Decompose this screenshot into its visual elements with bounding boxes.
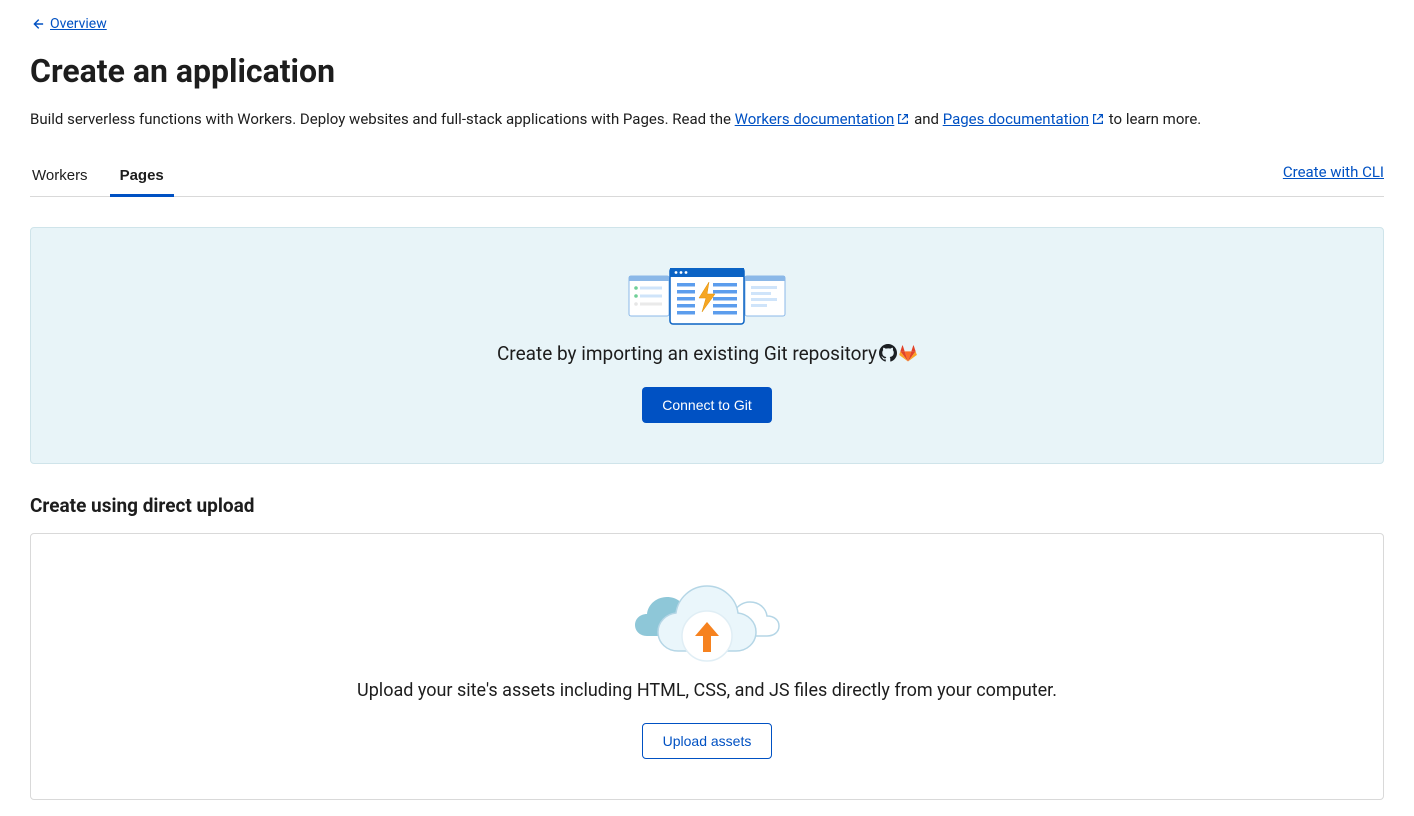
create-with-cli-link[interactable]: Create with CLI — [1283, 163, 1384, 189]
subtitle-before: Build serverless functions with Workers.… — [30, 110, 735, 128]
workers-doc-link[interactable]: Workers documentation — [735, 110, 895, 128]
page-title: Create an application — [30, 52, 1384, 90]
gitlab-icon — [899, 344, 917, 362]
direct-upload-card: Upload your site's assets including HTML… — [30, 533, 1384, 800]
git-card-title: Create by importing an existing Git repo… — [497, 342, 917, 365]
tabs: Workers Pages — [30, 157, 166, 196]
upload-assets-button[interactable]: Upload assets — [642, 723, 773, 759]
arrow-left-icon — [30, 17, 44, 31]
connect-to-git-button[interactable]: Connect to Git — [642, 387, 772, 423]
github-icon — [879, 344, 897, 362]
git-illustration-icon — [627, 268, 787, 326]
tabs-row: Workers Pages Create with CLI — [30, 157, 1384, 197]
back-link-label: Overview — [50, 16, 107, 32]
cloud-upload-illustration-icon — [632, 574, 782, 664]
back-overview-link[interactable]: Overview — [30, 16, 107, 32]
external-link-icon — [896, 110, 910, 133]
git-card-title-text: Create by importing an existing Git repo… — [497, 342, 877, 365]
git-import-card: Create by importing an existing Git repo… — [30, 227, 1384, 464]
external-link-icon — [1091, 110, 1105, 133]
tab-pages[interactable]: Pages — [118, 157, 166, 196]
subtitle-after: to learn more. — [1109, 110, 1201, 128]
tab-workers[interactable]: Workers — [30, 157, 90, 196]
direct-upload-heading: Create using direct upload — [30, 494, 1384, 517]
upload-desc: Upload your site's assets including HTML… — [357, 680, 1057, 701]
page-subtitle: Build serverless functions with Workers.… — [30, 108, 1384, 133]
subtitle-middle: and — [914, 110, 943, 128]
pages-doc-link[interactable]: Pages documentation — [943, 110, 1089, 128]
